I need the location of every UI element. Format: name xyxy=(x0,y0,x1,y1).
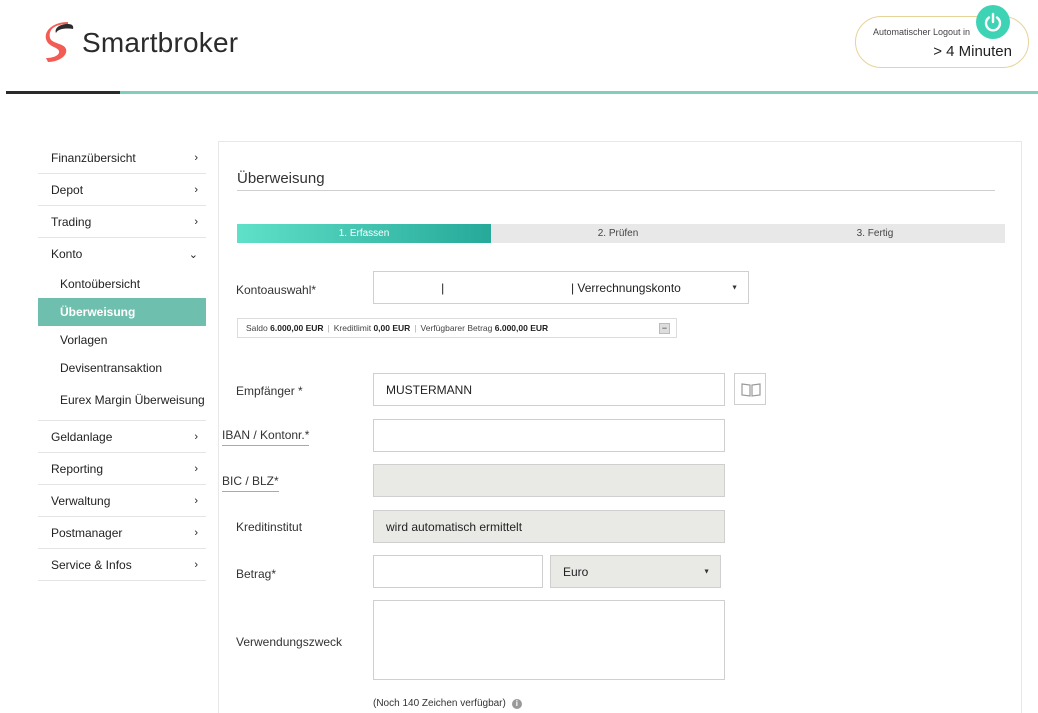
collapse-balance-button[interactable]: − xyxy=(659,323,670,334)
logout-button[interactable] xyxy=(976,5,1010,39)
saldo-label: Saldo xyxy=(246,323,268,333)
address-book-icon xyxy=(741,383,761,397)
sidebar-subitem-vorlagen[interactable]: Vorlagen xyxy=(38,326,206,354)
verwendungszweck-label: Verwendungszweck xyxy=(236,635,343,649)
chevron-right-icon: › xyxy=(194,215,198,228)
verwendungszweck-textarea[interactable] xyxy=(373,600,725,680)
betrag-label: Betrag* xyxy=(236,567,277,581)
sidebar-item-label: Reporting xyxy=(51,461,104,476)
header: Smartbroker Automatischer Logout in > 4 … xyxy=(0,0,1038,95)
sidebar-item-konto[interactable]: Konto ⌄ xyxy=(38,238,206,270)
sidebar-subitem-kontouebersicht[interactable]: Kontoübersicht xyxy=(38,270,206,298)
chevron-right-icon: › xyxy=(194,494,198,507)
waehrung-select[interactable]: Euro ▼ xyxy=(550,555,721,588)
sidebar-item-label: Depot xyxy=(51,182,84,197)
logout-label: Automatischer Logout in xyxy=(873,27,971,37)
iban-input[interactable] xyxy=(373,419,725,452)
sidebar-item-postmanager[interactable]: Postmanager › xyxy=(38,517,206,549)
sidebar-item-label: Trading xyxy=(51,214,92,229)
account-balance-bar: Saldo 6.000,00 EUR | Kreditlimit 0,00 EU… xyxy=(237,318,677,338)
step-fertig: 3. Fertig xyxy=(856,228,894,239)
sidebar-item-geldanlage[interactable]: Geldanlage › xyxy=(38,421,206,453)
header-divider-teal xyxy=(120,91,1038,94)
kreditlimit-value: 0,00 xyxy=(373,323,390,333)
sidebar-item-reporting[interactable]: Reporting › xyxy=(38,453,206,485)
konto-submenu: Kontoübersicht Überweisung Vorlagen Devi… xyxy=(38,270,206,421)
sidebar-item-finanzuebersicht[interactable]: Finanzübersicht › xyxy=(38,142,206,174)
dropdown-arrow-icon: ▼ xyxy=(731,284,738,291)
info-icon[interactable]: i xyxy=(511,698,522,709)
sidebar-item-label: Finanzübersicht xyxy=(51,150,136,165)
empfaenger-label: Empfänger * xyxy=(236,384,303,398)
kontoauswahl-value: | | Verrechnungskonto xyxy=(441,280,681,295)
kreditinstitut-field: wird automatisch ermittelt xyxy=(373,510,725,543)
smartbroker-logo-icon xyxy=(45,22,74,62)
kreditlimit-label: Kreditlimit xyxy=(333,323,372,333)
sidebar-item-label: Postmanager xyxy=(51,525,123,540)
page-title: Überweisung xyxy=(237,170,325,187)
chevron-right-icon: › xyxy=(194,151,198,164)
kontoauswahl-select[interactable]: | | Verrechnungskonto ▼ xyxy=(373,271,749,304)
chevron-right-icon: › xyxy=(194,558,198,571)
sidebar: Finanzübersicht › Depot › Trading › Kont… xyxy=(38,142,206,581)
power-icon xyxy=(984,12,1002,32)
verfuegbar-currency: EUR xyxy=(530,323,549,333)
character-counter: (Noch 140 Zeichen verfügbar) i xyxy=(373,698,522,709)
sidebar-subitem-eurex-margin[interactable]: Eurex Margin Überweisung xyxy=(38,382,206,418)
empfaenger-input[interactable]: MUSTERMANN xyxy=(373,373,725,406)
sidebar-item-service-infos[interactable]: Service & Infos › xyxy=(38,549,206,581)
progress-steps: 1. Erfassen 2. Prüfen 3. Fertig xyxy=(237,224,1005,243)
chevron-right-icon: › xyxy=(194,462,198,475)
kreditinstitut-label: Kreditinstitut xyxy=(236,520,303,534)
dropdown-arrow-icon: ▼ xyxy=(703,568,710,575)
saldo-currency: EUR xyxy=(305,323,324,333)
chevron-right-icon: › xyxy=(194,183,198,196)
verfuegbar-value: 6.000,00 xyxy=(494,323,528,333)
kontoauswahl-label: Kontoauswahl* xyxy=(236,283,317,297)
bic-input[interactable] xyxy=(373,464,725,497)
sidebar-item-label: Verwaltung xyxy=(51,493,111,508)
chevron-right-icon: › xyxy=(194,430,198,443)
sidebar-item-label: Konto xyxy=(51,247,83,261)
sidebar-item-label: Geldanlage xyxy=(51,429,113,444)
chevron-down-icon: ⌄ xyxy=(188,248,198,261)
sidebar-subitem-ueberweisung[interactable]: Überweisung xyxy=(38,298,206,326)
iban-label: IBAN / Kontonr.* xyxy=(222,428,310,446)
sidebar-item-depot[interactable]: Depot › xyxy=(38,174,206,206)
title-divider xyxy=(237,190,995,191)
brand-name: Smartbroker xyxy=(82,27,239,58)
verfuegbar-label: Verfügbarer Betrag xyxy=(420,323,493,333)
counter-text: (Noch 140 Zeichen verfügbar) xyxy=(373,698,506,709)
sidebar-item-verwaltung[interactable]: Verwaltung › xyxy=(38,485,206,517)
saldo-value: 6.000,00 xyxy=(270,323,304,333)
chevron-right-icon: › xyxy=(194,526,198,539)
betrag-input[interactable] xyxy=(373,555,543,588)
sidebar-item-label: Service & Infos xyxy=(51,557,132,572)
waehrung-value: Euro xyxy=(563,564,589,579)
sidebar-item-trading[interactable]: Trading › xyxy=(38,206,206,238)
step-pruefen: 2. Prüfen xyxy=(597,228,639,239)
address-book-button[interactable] xyxy=(734,373,766,405)
logo[interactable]: Smartbroker xyxy=(44,22,238,64)
bic-label: BIC / BLZ* xyxy=(222,474,279,492)
logout-countdown: > 4 Minuten xyxy=(933,43,1012,60)
kreditlimit-currency: EUR xyxy=(392,323,411,333)
sidebar-subitem-devisentransaktion[interactable]: Devisentransaktion xyxy=(38,354,206,382)
header-divider-dark xyxy=(6,91,120,94)
step-erfassen: 1. Erfassen xyxy=(237,224,491,243)
